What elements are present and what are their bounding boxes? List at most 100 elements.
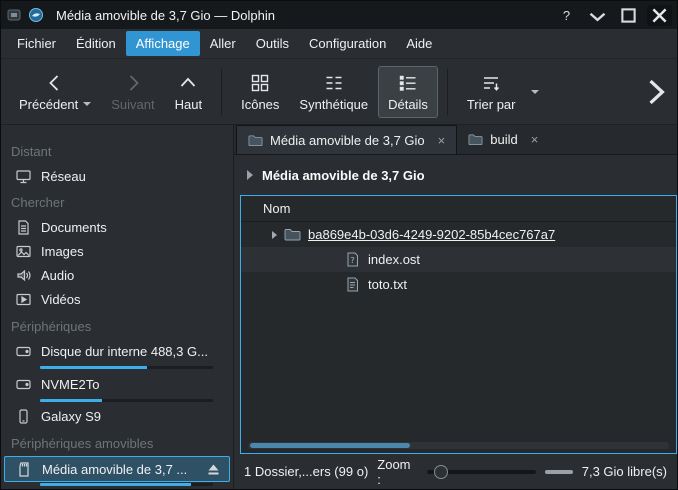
maximize-button[interactable] xyxy=(616,5,641,26)
section-peripheriques-amovibles: Périphériques amovibles xyxy=(1,429,233,456)
zoom-slider[interactable] xyxy=(427,464,537,480)
expand-arrow-icon[interactable] xyxy=(272,231,277,239)
network-icon xyxy=(15,168,32,185)
videos-icon xyxy=(15,291,32,308)
file-name[interactable]: index.ost xyxy=(368,252,420,267)
file-name[interactable]: toto.txt xyxy=(368,277,407,292)
help-button[interactable]: ? xyxy=(554,5,579,26)
disk-usage-bar xyxy=(40,483,213,486)
app-icon xyxy=(6,7,22,23)
breadcrumb: Média amovible de 3,7 Gio xyxy=(234,155,677,195)
file-name[interactable]: ba869e4b-03d6-4249-9202-85b4cec767a7 xyxy=(308,227,555,242)
tab-build[interactable]: build × xyxy=(457,125,549,154)
sidebar-item-disque-dur-interne[interactable]: Disque dur interne 488,3 G... xyxy=(1,339,233,372)
sort-caret-down-icon[interactable] xyxy=(531,90,539,94)
sidebar-item-media-amovible[interactable]: Média amovible de 3,7 ... xyxy=(1,456,233,489)
status-bar: 1 Dossier,...ers (99 o) Zoom : 7,3 Gio l… xyxy=(234,454,677,489)
details-label: Détails xyxy=(388,97,428,112)
icons-label: Icônes xyxy=(241,97,279,112)
close-button[interactable] xyxy=(647,5,672,26)
forward-label: Suivant xyxy=(111,97,154,112)
tab-close-icon[interactable]: × xyxy=(438,134,446,147)
sort-icon xyxy=(480,72,502,94)
sort-by-button[interactable]: Trier par xyxy=(457,66,526,118)
sidebar-item-videos[interactable]: Vidéos xyxy=(1,288,233,312)
device-label: Disque dur interne 488,3 G... xyxy=(41,344,208,359)
menu-aller[interactable]: Aller xyxy=(200,31,246,56)
free-space-label: 7,3 Gio libre(s) xyxy=(582,464,667,479)
menu-aide[interactable]: Aide xyxy=(396,31,442,56)
view-empty-area[interactable] xyxy=(241,297,676,453)
toolbar-separator-2 xyxy=(447,69,448,115)
menu-affichage[interactable]: Affichage xyxy=(126,31,200,56)
section-distant: Distant xyxy=(1,137,233,164)
places-panel: Distant Réseau Chercher Documents Images xyxy=(1,125,234,489)
menu-outils[interactable]: Outils xyxy=(246,31,299,56)
section-peripheriques: Périphériques xyxy=(1,312,233,339)
eject-icon[interactable] xyxy=(206,462,221,477)
sidebar-item-documents[interactable]: Documents xyxy=(1,215,233,239)
details-view-button[interactable]: Détails xyxy=(378,66,438,118)
compact-view-button[interactable]: Synthétique xyxy=(289,66,378,118)
hard-drive-icon xyxy=(15,376,32,393)
file-row-index-ost[interactable]: ? index.ost xyxy=(241,247,676,272)
menu-configuration[interactable]: Configuration xyxy=(299,31,396,56)
forward-button[interactable]: Suivant xyxy=(101,66,164,118)
menu-edition[interactable]: Édition xyxy=(66,31,126,56)
svg-text:?: ? xyxy=(350,256,354,265)
dolphin-window: Média amovible de 3,7 Gio — Dolphin ? Fi… xyxy=(0,0,678,490)
minimize-button[interactable] xyxy=(585,5,610,26)
hard-drive-icon xyxy=(15,343,32,360)
chevron-right-icon xyxy=(122,72,144,94)
toolbar-overflow-button[interactable] xyxy=(643,72,669,112)
titlebar[interactable]: Média amovible de 3,7 Gio — Dolphin ? xyxy=(1,1,677,29)
caret-down-icon[interactable] xyxy=(83,102,91,106)
folder-icon xyxy=(284,227,301,242)
icons-view-icon xyxy=(249,72,271,94)
back-label: Précédent xyxy=(19,97,78,112)
place-label: Réseau xyxy=(41,169,86,184)
menu-fichier[interactable]: Fichier xyxy=(7,31,66,56)
device-label: NVME2To xyxy=(41,377,100,392)
disk-usage-bar xyxy=(40,366,213,369)
sort-label: Trier par xyxy=(467,97,516,112)
horizontal-scrollbar[interactable] xyxy=(248,442,669,449)
back-button[interactable]: Précédent xyxy=(9,66,101,118)
sidebar-item-galaxy-s9[interactable]: Galaxy S9 xyxy=(1,405,233,429)
column-header-nom[interactable]: Nom xyxy=(241,196,676,222)
folder-icon xyxy=(468,133,483,146)
details-view-icon xyxy=(397,72,419,94)
tab-close-icon[interactable]: × xyxy=(531,133,539,146)
sidebar-item-audio[interactable]: Audio xyxy=(1,264,233,288)
smartphone-icon xyxy=(15,408,32,425)
tab-bar-empty-area xyxy=(549,125,677,154)
tab-bar: Média amovible de 3,7 Gio × build × xyxy=(234,125,677,155)
tab-media-amovible[interactable]: Média amovible de 3,7 Gio × xyxy=(236,125,457,154)
text-file-icon xyxy=(344,277,361,292)
icons-view-button[interactable]: Icônes xyxy=(231,66,289,118)
compact-label: Synthétique xyxy=(299,97,368,112)
menubar: Fichier Édition Affichage Aller Outils C… xyxy=(1,29,677,59)
documents-icon xyxy=(15,219,32,236)
scrollbar-thumb[interactable] xyxy=(250,443,410,448)
device-label: Média amovible de 3,7 ... xyxy=(42,462,187,477)
up-button[interactable]: Haut xyxy=(165,66,212,118)
column-header-label: Nom xyxy=(263,201,290,216)
chevron-up-icon xyxy=(177,72,199,94)
unknown-file-icon: ? xyxy=(344,252,361,267)
items-summary: 1 Dossier,...ers (99 o) xyxy=(244,464,368,479)
tab-label: Média amovible de 3,7 Gio xyxy=(270,133,425,148)
sidebar-item-images[interactable]: Images xyxy=(1,239,233,263)
breadcrumb-current[interactable]: Média amovible de 3,7 Gio xyxy=(262,168,425,183)
chevron-right-icon xyxy=(247,170,253,180)
file-row-folder[interactable]: ba869e4b-03d6-4249-9202-85b4cec767a7 xyxy=(241,222,676,247)
up-label: Haut xyxy=(175,97,202,112)
place-label: Documents xyxy=(41,220,107,235)
zoom-slider-handle[interactable] xyxy=(434,465,448,479)
sidebar-item-nvme2to[interactable]: NVME2To xyxy=(1,372,233,405)
file-row-toto-txt[interactable]: toto.txt xyxy=(241,272,676,297)
compact-view-icon xyxy=(323,72,345,94)
disk-usage-bar xyxy=(40,399,213,402)
toolbar: Précédent Suivant Haut Icônes Synthét xyxy=(1,59,677,125)
sidebar-item-reseau[interactable]: Réseau xyxy=(1,164,233,188)
